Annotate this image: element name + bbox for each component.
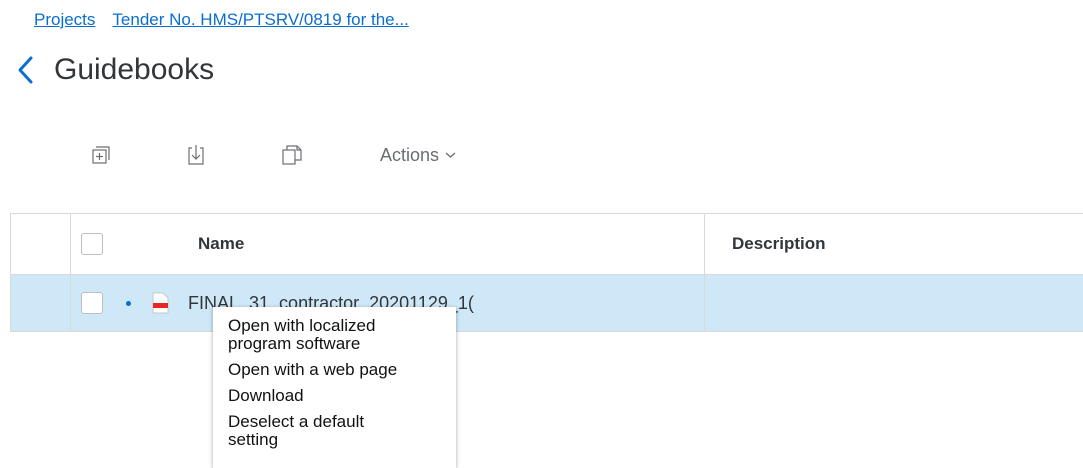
menu-item-deselect-default[interactable]: Deselect a default setting	[228, 413, 403, 449]
guidebooks-table: Name Description FINAL_31_contractor_202…	[10, 213, 1083, 332]
header-select-cell	[10, 214, 71, 274]
title-row: Guidebooks	[12, 52, 214, 88]
pdf-file-icon	[152, 292, 169, 314]
column-header-name[interactable]: Name	[198, 234, 244, 254]
table-row[interactable]: FINAL_31_contractor_20201129_1(	[10, 275, 1083, 332]
breadcrumb: Projects Tender No. HMS/PTSRV/0819 for t…	[34, 10, 409, 30]
menu-item-open-localized[interactable]: Open with localized program software	[228, 317, 413, 353]
toolbar: Actions	[88, 142, 456, 168]
row-description-cell	[705, 275, 1083, 331]
column-header-description[interactable]: Description	[732, 234, 826, 254]
table-header-row: Name Description	[10, 214, 1083, 275]
back-chevron-icon[interactable]	[12, 52, 40, 88]
page-title: Guidebooks	[54, 53, 215, 86]
unread-dot-icon	[126, 300, 131, 306]
header-description-cell: Description	[705, 214, 1083, 274]
add-icon[interactable]	[88, 142, 112, 168]
menu-item-download[interactable]: Download	[228, 387, 456, 405]
breadcrumb-projects-link[interactable]: Projects	[34, 10, 95, 30]
select-all-checkbox[interactable]	[81, 233, 103, 255]
download-icon[interactable]	[184, 142, 208, 168]
actions-menu-button[interactable]: Actions	[380, 145, 456, 166]
copy-icon[interactable]	[280, 142, 304, 168]
menu-item-open-web[interactable]: Open with a web page	[228, 361, 456, 379]
row-select-cell	[10, 275, 71, 331]
row-checkbox[interactable]	[81, 292, 103, 314]
actions-label: Actions	[380, 144, 440, 165]
chevron-down-icon	[445, 152, 456, 158]
header-name-cell: Name	[71, 214, 705, 274]
file-context-menu: Open with localized program software Ope…	[213, 307, 456, 468]
breadcrumb-tender-link[interactable]: Tender No. HMS/PTSRV/0819 for the...	[112, 10, 408, 30]
